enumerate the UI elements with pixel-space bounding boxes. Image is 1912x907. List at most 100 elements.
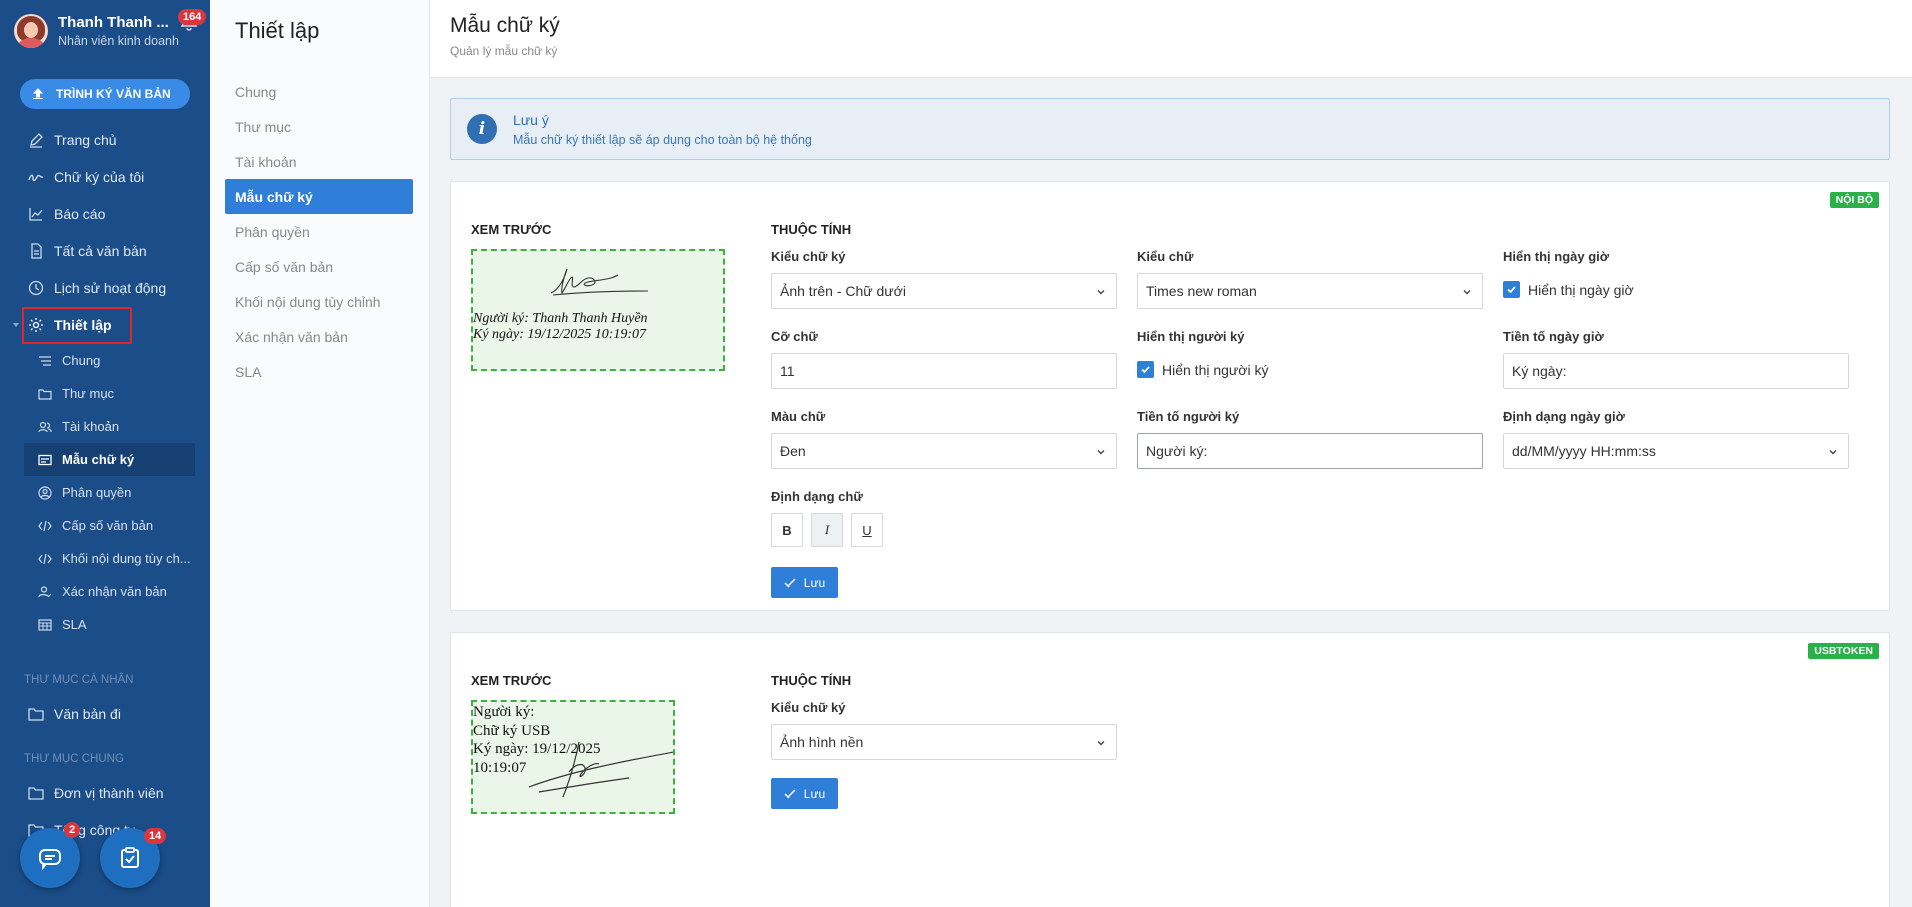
subnav-item-custom-content[interactable]: Khối nội dung tùy chỉnh xyxy=(210,284,429,319)
check-icon xyxy=(1137,361,1154,378)
nav-label: Văn bản đi xyxy=(54,705,121,722)
italic-button[interactable]: I xyxy=(811,513,843,547)
user-check-icon xyxy=(38,585,52,597)
user-name: Thanh Thanh ... xyxy=(58,14,169,31)
signature-type-select[interactable]: Ảnh hình nền xyxy=(771,724,1117,760)
save-button[interactable]: Lưu xyxy=(771,567,838,598)
bold-button[interactable]: B xyxy=(771,513,803,547)
nav-all-documents[interactable]: Tất cả văn bản xyxy=(0,232,210,269)
clipboard-check-icon xyxy=(121,847,139,868)
show-date-checkbox[interactable]: Hiển thị ngày giờ xyxy=(1503,281,1634,298)
save-button[interactable]: Lưu xyxy=(771,778,838,809)
caret-down-icon xyxy=(13,323,19,327)
sub-account[interactable]: Tài khoản xyxy=(0,410,210,443)
chevron-down-icon xyxy=(1097,290,1105,295)
preview-label: XEM TRƯỚC xyxy=(471,673,552,688)
subnav-item-document-confirm[interactable]: Xác nhận văn bản xyxy=(210,319,429,354)
subnav-title: Thiết lập xyxy=(235,18,320,43)
sub-label: Xác nhận văn bản xyxy=(62,584,167,599)
sidebar: Thanh Thanh ... Nhân viên kinh doanh 164… xyxy=(0,0,210,907)
note-text: Mẫu chữ ký thiết lập sẽ áp dụng cho toàn… xyxy=(513,132,812,147)
upload-icon xyxy=(32,88,44,99)
sub-label: Khối nội dung tùy ch... xyxy=(62,551,191,566)
properties-label: THUỘC TÍNH xyxy=(771,673,852,688)
code-icon xyxy=(38,520,52,531)
save-label: Lưu xyxy=(803,575,826,590)
user-role: Nhân viên kinh doanh xyxy=(58,34,179,48)
properties-label: THUỘC TÍNH xyxy=(771,222,852,237)
tag-usbtoken: USBTOKEN xyxy=(1808,643,1879,659)
preview-line: Ký ngày: 19/12/2025 xyxy=(473,741,601,757)
sub-label: Phân quyền xyxy=(62,485,132,500)
note-title: Lưu ý xyxy=(513,111,549,128)
font-select[interactable]: Times new roman xyxy=(1137,273,1483,309)
users-icon xyxy=(38,421,52,432)
sub-document-number[interactable]: Cấp số văn bản xyxy=(0,509,210,542)
subnav-item-signature-template[interactable]: Mẫu chữ ký xyxy=(225,179,413,214)
nav-home[interactable]: Trang chủ xyxy=(0,121,210,158)
task-badge: 14 xyxy=(144,828,167,844)
sub-permission[interactable]: Phân quyền xyxy=(0,476,210,509)
font-size-input[interactable]: 11 xyxy=(771,353,1117,389)
select-value: Times new roman xyxy=(1146,283,1257,299)
user-circle-icon xyxy=(38,485,52,500)
date-format-select[interactable]: dd/MM/yyyy HH:mm:ss xyxy=(1503,433,1849,469)
sub-folder[interactable]: Thư mục xyxy=(0,377,210,410)
subnav-item-sla[interactable]: SLA xyxy=(210,354,429,389)
show-signer-checkbox[interactable]: Hiển thị người ký xyxy=(1137,361,1268,378)
signature-card-internal: NỘI BỘ XEM TRƯỚC Người ký: Thanh Thanh H… xyxy=(450,181,1890,611)
date-prefix-input[interactable]: Ký ngày: xyxy=(1503,353,1849,389)
signature-icon xyxy=(28,174,44,181)
sub-general[interactable]: Chung xyxy=(0,344,210,377)
signer-prefix-label: Tiền tố người ký xyxy=(1137,409,1240,424)
page-subtitle: Quản lý mẫu chữ ký xyxy=(450,44,558,58)
subnav-item-permission[interactable]: Phân quyền xyxy=(210,214,429,249)
text-color-select[interactable]: Đen xyxy=(771,433,1117,469)
sub-signature-template[interactable]: Mẫu chữ ký xyxy=(24,443,195,476)
preview-signer-line: Người ký: Thanh Thanh Huyền xyxy=(473,311,648,326)
preview-label: XEM TRƯỚC xyxy=(471,222,552,237)
section-personal-folder: THƯ MỤC CÁ NHÂN xyxy=(24,674,134,686)
nav-my-signature[interactable]: Chữ ký của tôi xyxy=(0,158,210,195)
nav-report[interactable]: Báo cáo xyxy=(0,195,210,232)
chevron-down-icon xyxy=(1097,450,1105,455)
sub-label: Mẫu chữ ký xyxy=(62,452,135,467)
chevron-down-icon xyxy=(1463,290,1471,295)
nav-label: Báo cáo xyxy=(54,205,106,222)
date-prefix-label: Tiền tố ngày giờ xyxy=(1503,329,1604,344)
checkbox-label: Hiển thị người ký xyxy=(1162,361,1269,378)
card-icon xyxy=(38,454,52,465)
signature-preview: Người ký: Thanh Thanh Huyền Ký ngày: 19/… xyxy=(471,249,725,371)
settings-subnav: Thiết lập Chung Thư mục Tài khoản Mẫu ch… xyxy=(210,0,430,907)
show-signer-label: Hiển thị người ký xyxy=(1137,329,1245,344)
text-color-label: Màu chữ xyxy=(771,409,826,424)
signature-type-label: Kiểu chữ ký xyxy=(771,249,846,264)
nav-activity-history[interactable]: Lịch sử hoạt động xyxy=(0,269,210,306)
signature-preview: Người ký: Chữ ký USB Ký ngày: 19/12/2025… xyxy=(471,700,675,814)
nav-member-units[interactable]: Đơn vị thành viên xyxy=(0,774,210,811)
sub-custom-content[interactable]: Khối nội dung tùy ch... xyxy=(0,542,210,575)
sub-document-confirm[interactable]: Xác nhận văn bản xyxy=(0,575,210,608)
nav-label: Chữ ký của tôi xyxy=(54,168,145,185)
chat-badge: 2 xyxy=(64,822,81,838)
subnav-item-folder[interactable]: Thư mục xyxy=(210,109,429,144)
underline-button[interactable]: U xyxy=(851,513,883,547)
signature-type-select[interactable]: Ảnh trên - Chữ dưới xyxy=(771,273,1117,309)
section-common-folder: THƯ MỤC CHUNG xyxy=(24,753,124,765)
checkbox-label: Hiển thị ngày giờ xyxy=(1528,281,1634,298)
preview-line: Người ký: xyxy=(473,704,535,720)
subnav-item-document-number[interactable]: Cấp số văn bản xyxy=(210,249,429,284)
table-icon xyxy=(38,618,52,631)
sub-sla[interactable]: SLA xyxy=(0,608,210,641)
subnav-item-account[interactable]: Tài khoản xyxy=(210,144,429,179)
code-icon xyxy=(38,553,52,564)
signature-image xyxy=(550,268,649,296)
preview-line: Chữ ký USB xyxy=(473,722,551,739)
lines-icon xyxy=(39,355,51,366)
upload-document-button[interactable]: TRÌNH KÝ VĂN BẢN xyxy=(20,79,190,109)
tag-internal: NỘI BỘ xyxy=(1829,192,1879,208)
signer-prefix-input[interactable]: Người ký: xyxy=(1137,433,1483,469)
subnav-item-general[interactable]: Chung xyxy=(210,74,429,109)
show-date-label: Hiển thị ngày giờ xyxy=(1503,249,1610,264)
nav-outgoing-documents[interactable]: Văn bản đi xyxy=(0,695,210,732)
